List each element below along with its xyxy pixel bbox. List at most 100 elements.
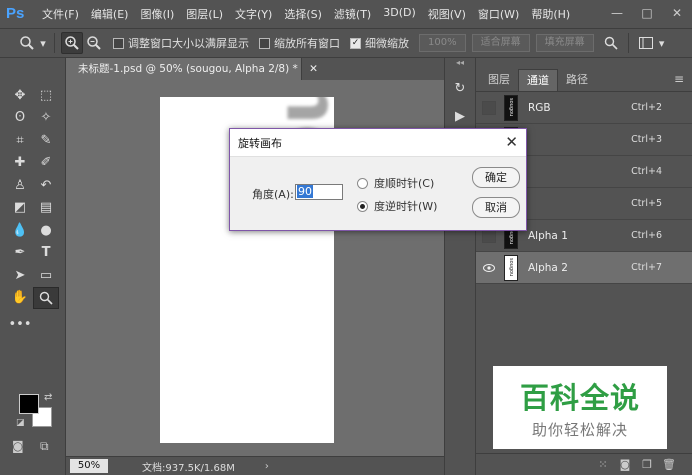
tab-layers[interactable]: 图层 (480, 69, 518, 91)
magic-wand-tool-icon[interactable]: ✧ (33, 107, 59, 129)
gradient-tool-icon[interactable]: ▤ (33, 197, 59, 219)
zoom-tool-icon[interactable] (33, 286, 59, 309)
menu-image[interactable]: 图像(I) (140, 6, 174, 22)
eyedropper-tool-icon[interactable]: ✎ (33, 129, 59, 151)
separator (627, 33, 629, 53)
type-tool-icon[interactable]: T (33, 242, 59, 264)
rectangle-tool-icon[interactable]: ▭ (33, 264, 59, 286)
dodge-tool-icon[interactable]: ● (33, 219, 59, 241)
zoom-tool-preset-icon[interactable] (16, 32, 38, 54)
menu-select[interactable]: 选择(S) (284, 6, 322, 22)
ok-button[interactable]: 确定 (472, 167, 520, 188)
hand-tool-icon[interactable]: ✋ (7, 287, 33, 309)
checkbox-checked[interactable]: ✓ (350, 37, 361, 49)
document-tab[interactable]: 未标题-1.psd @ 50% (sougou, Alpha 2/8) * ✕ (66, 58, 318, 80)
save-selection-icon[interactable]: ◙ (614, 458, 636, 471)
history-brush-tool-icon[interactable]: ↶ (33, 174, 59, 196)
menu-file[interactable]: 文件(F) (42, 6, 79, 22)
menu-type[interactable]: 文字(Y) (235, 6, 272, 22)
tools-panel: ✥ ⬚ ʘ ✧ ⌗ ✎ ✚ ✐ ♙ ↶ ◩ ▤ 💧 ● ✒ T ➤ ▭ ✋ ••• ⇄ ◪ ◙ ⧉ (0, 58, 66, 475)
channel-row-alpha-2[interactable]: sougou Alpha 2 Ctrl+7 (476, 252, 692, 284)
more-tools-icon[interactable]: ••• (7, 313, 33, 335)
counterclockwise-label: 度逆时针(W) (374, 200, 438, 213)
minimize-icon[interactable]: — (602, 0, 632, 26)
menu-edit[interactable]: 编辑(E) (91, 6, 129, 22)
chevron-down-icon[interactable]: ▾ (657, 32, 667, 54)
resize-windows-checkbox[interactable]: 调整窗口大小以满屏显示 (113, 35, 249, 51)
watermark-logo: 百科全说 助你轻松解决 (493, 366, 667, 449)
trash-icon[interactable]: 🗑 (658, 458, 680, 471)
move-tool-icon[interactable]: ✥ (7, 84, 33, 106)
counterclockwise-radio[interactable]: 度逆时针(W) (357, 198, 437, 214)
status-bar: 50% 文档:937.5K/1.68M › (66, 456, 444, 475)
crop-tool-icon[interactable]: ⌗ (7, 129, 33, 151)
new-channel-icon[interactable]: ❐ (636, 458, 658, 471)
checkbox-box[interactable] (113, 37, 124, 49)
zoom-in-icon[interactable] (61, 32, 83, 54)
chevron-down-icon[interactable]: ▾ (38, 32, 48, 54)
screen-mode-icon[interactable]: ⧉ (40, 439, 49, 454)
healing-brush-tool-icon[interactable]: ✚ (7, 152, 33, 174)
workspace-icon[interactable] (635, 32, 657, 54)
menu-layer[interactable]: 图层(L) (186, 6, 223, 22)
cancel-button[interactable]: 取消 (472, 197, 520, 218)
brush-tool-icon[interactable]: ✐ (33, 152, 59, 174)
scrubby-zoom-checkbox[interactable]: ✓ 细微缩放 (350, 35, 409, 51)
zoom-all-windows-checkbox[interactable]: 缩放所有窗口 (259, 35, 340, 51)
zoom-level-field[interactable]: 50% (70, 459, 108, 473)
clockwise-label: 度顺时针(C) (374, 177, 435, 190)
radio-circle-selected[interactable] (357, 200, 368, 212)
channel-shortcut: Ctrl+6 (631, 230, 662, 241)
collapse-icon[interactable]: ◂◂ (445, 58, 475, 72)
stamp-tool-icon[interactable]: ♙ (7, 174, 33, 196)
channel-name: Alpha 1 (528, 229, 568, 242)
zoom-100-button[interactable]: 100% (419, 34, 466, 52)
separator (54, 33, 55, 53)
angle-label: 角度(A): (252, 188, 294, 201)
zoom-out-icon[interactable] (83, 32, 105, 54)
path-selection-tool-icon[interactable]: ➤ (7, 264, 33, 286)
foreground-color-swatch[interactable] (19, 394, 39, 414)
default-colors-icon[interactable]: ◪ (16, 418, 25, 428)
visibility-toggle[interactable] (482, 100, 496, 115)
panel-footer: ⁙ ◙ ❐ 🗑 (476, 453, 692, 475)
marquee-tool-icon[interactable]: ⬚ (33, 84, 59, 106)
eraser-tool-icon[interactable]: ◩ (7, 197, 33, 219)
tab-paths[interactable]: 路径 (558, 69, 596, 91)
channel-row-rgb[interactable]: sougou RGB Ctrl+2 (476, 92, 692, 124)
chevron-right-icon[interactable]: › (265, 461, 269, 472)
close-tab-icon[interactable]: ✕ (309, 63, 318, 75)
clockwise-radio[interactable]: 度顺时针(C) (357, 175, 434, 191)
swap-colors-icon[interactable]: ⇄ (44, 392, 52, 403)
history-panel-icon[interactable]: ↻ (448, 76, 472, 100)
radio-circle[interactable] (357, 177, 368, 189)
lasso-tool-icon[interactable]: ʘ (7, 107, 33, 129)
close-icon[interactable]: ✕ (505, 133, 518, 151)
actions-panel-icon[interactable]: ▶ (448, 104, 472, 128)
menu-3d[interactable]: 3D(D) (383, 6, 416, 22)
search-icon[interactable] (600, 32, 622, 54)
menu-filter[interactable]: 滤镜(T) (334, 6, 371, 22)
dialog-title: 旋转画布 (238, 136, 282, 150)
pen-tool-icon[interactable]: ✒ (7, 242, 33, 264)
checkbox-box[interactable] (259, 37, 270, 49)
document-info: 文档:937.5K/1.68M (142, 462, 235, 474)
eye-icon[interactable] (482, 261, 496, 275)
channel-thumbnail: sougou (504, 254, 518, 281)
menu-window[interactable]: 窗口(W) (478, 6, 519, 22)
panel-menu-icon[interactable]: ≡ (674, 72, 684, 86)
close-icon[interactable]: ✕ (662, 0, 692, 26)
tab-channels[interactable]: 通道 (518, 69, 558, 91)
channel-shortcut: Ctrl+4 (631, 166, 662, 177)
quick-mask-icon[interactable]: ◙ (12, 439, 24, 453)
menu-help[interactable]: 帮助(H) (531, 6, 570, 22)
fill-screen-button[interactable]: 填充屏幕 (535, 34, 594, 52)
blur-tool-icon[interactable]: 💧 (7, 219, 33, 241)
fit-screen-button[interactable]: 适合屏幕 (471, 34, 530, 52)
maximize-icon[interactable]: □ (632, 0, 662, 26)
watermark-title: 百科全说 (519, 381, 640, 415)
angle-input[interactable]: 90 (295, 184, 343, 200)
load-selection-icon[interactable]: ⁙ (592, 458, 614, 471)
menu-view[interactable]: 视图(V) (428, 6, 466, 22)
dialog-titlebar: 旋转画布 ✕ (230, 129, 526, 157)
